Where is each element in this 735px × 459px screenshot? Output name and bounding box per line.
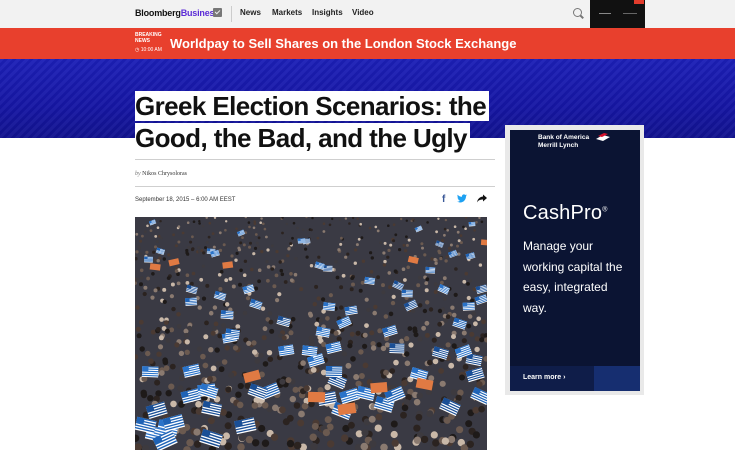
ad-product-name: CashPro® — [523, 202, 608, 225]
bloomberg-business-logo[interactable]: BloombergBusiness — [135, 8, 219, 18]
publish-date-text: September 18, 2015 — [135, 197, 190, 203]
nav-item-news[interactable]: News — [240, 8, 261, 17]
advertisement[interactable]: Bank of America Merrill Lynch CashPro® M… — [510, 130, 640, 391]
breaking-time-text: 10:00 AM — [140, 47, 162, 53]
subscribe-link-mark — [623, 13, 637, 14]
account-panel[interactable] — [590, 0, 645, 28]
breaking-time: ◷ 10:00 AM — [135, 47, 162, 53]
twitter-share-icon[interactable] — [457, 194, 467, 205]
bank-flag-logo-icon — [596, 133, 610, 141]
live-indicator — [634, 0, 644, 4]
ad-brand-line2: Merrill Lynch — [538, 142, 579, 149]
facebook-share-icon[interactable]: f — [442, 194, 445, 205]
news-label: NEWS — [135, 38, 150, 44]
nav-item-markets[interactable]: Markets — [272, 8, 302, 17]
article-title-text: Greek Election Scenarios: the Good, the … — [135, 91, 490, 153]
logo-text-bloomberg: Bloomberg — [135, 8, 181, 18]
share-arrow-icon[interactable] — [477, 194, 487, 205]
byline: by Nikos Chrysoloras — [135, 171, 187, 177]
article-header: Greek Election Scenarios: the Good, the … — [135, 90, 495, 154]
breaking-news-tag: BREAKING NEWS — [135, 32, 162, 44]
ad-brand-line1: Bank of America — [538, 134, 590, 141]
date-separator: – — [191, 197, 195, 203]
divider — [135, 186, 495, 187]
crowd-flags-image — [135, 217, 487, 450]
twitter-bird-icon — [457, 194, 467, 203]
breaking-headline[interactable]: Worldpay to Sell Shares on the London St… — [170, 36, 516, 51]
share-arrow-glyph — [477, 194, 487, 203]
ad-brand: Bank of America Merrill Lynch — [538, 134, 589, 150]
publish-time-text: 6:00 AM EEST — [196, 197, 236, 203]
byline-prefix: by — [135, 171, 141, 177]
top-nav: BloombergBusiness News Markets Insights … — [0, 0, 735, 29]
ad-copy: Manage your working capital the easy, in… — [523, 239, 623, 315]
breaking-news-bar[interactable]: BREAKING NEWS ◷ 10:00 AM Worldpay to Sel… — [0, 28, 735, 59]
ad-watermark-logo — [594, 366, 640, 391]
author-name[interactable]: Nikos Chrysoloras — [142, 171, 187, 177]
nav-divider — [231, 6, 232, 22]
learn-more-link[interactable]: Learn more › — [523, 374, 565, 381]
nav-item-insights[interactable]: Insights — [312, 8, 343, 17]
ad-cta-bar[interactable]: Learn more › — [510, 366, 640, 391]
publish-date: September 18, 2015 – 6:00 AM EEST — [135, 197, 235, 203]
ad-product-text: CashPro — [523, 202, 603, 224]
menu-dropdown-icon[interactable] — [213, 8, 222, 17]
article-title: Greek Election Scenarios: the Good, the … — [135, 90, 495, 154]
divider — [135, 159, 495, 160]
account-link-mark — [599, 13, 611, 14]
search-icon[interactable] — [573, 8, 582, 17]
registered-mark: ® — [602, 206, 608, 214]
article-photo[interactable] — [135, 217, 487, 450]
nav-item-video[interactable]: Video — [352, 8, 374, 17]
